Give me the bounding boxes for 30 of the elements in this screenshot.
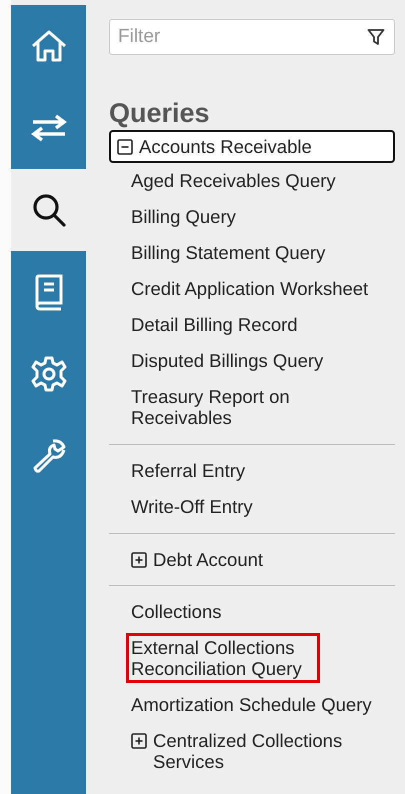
group-header[interactable]: Accounts Receivable — [109, 130, 395, 163]
group-header[interactable]: Centralized Collections Services — [107, 723, 395, 779]
query-link[interactable]: External Collections Reconciliation Query — [126, 633, 320, 683]
query-link[interactable]: Treasury Report on Receivables — [131, 386, 393, 428]
query-link[interactable]: Aged Receivables Query — [131, 170, 336, 191]
filter-field[interactable]: Filter — [109, 19, 395, 55]
query-link[interactable]: Referral Entry — [131, 460, 246, 481]
group-label: Centralized Collections Services — [153, 730, 344, 772]
query-link[interactable]: Billing Query — [131, 206, 236, 227]
query-link[interactable]: Collections — [131, 601, 222, 622]
query-link[interactable]: Disputed Billings Query — [131, 350, 324, 371]
house-icon — [30, 29, 68, 63]
query-link[interactable]: Amortization Schedule Query — [131, 694, 372, 715]
collapse-icon[interactable] — [117, 139, 133, 155]
expand-icon[interactable] — [131, 733, 147, 749]
group-label: Accounts Receivable — [139, 136, 312, 157]
query-link[interactable]: Detail Billing Record — [131, 314, 298, 335]
query-link[interactable]: Write-Off Entry — [131, 496, 253, 517]
query-link[interactable]: Billing Statement Query — [131, 242, 326, 263]
group-header[interactable]: Debt Account — [107, 542, 395, 577]
query-link[interactable]: Credit Application Worksheet — [131, 278, 368, 299]
expand-icon[interactable] — [131, 552, 147, 568]
book-icon — [32, 273, 64, 311]
arrows-icon — [30, 113, 68, 143]
section-heading: Queries — [109, 97, 211, 129]
wrench-icon — [30, 438, 66, 474]
filter-icon — [367, 28, 385, 46]
gear-icon — [30, 355, 68, 393]
search-tab[interactable] — [11, 169, 86, 251]
group-label: Debt Account — [153, 549, 264, 570]
